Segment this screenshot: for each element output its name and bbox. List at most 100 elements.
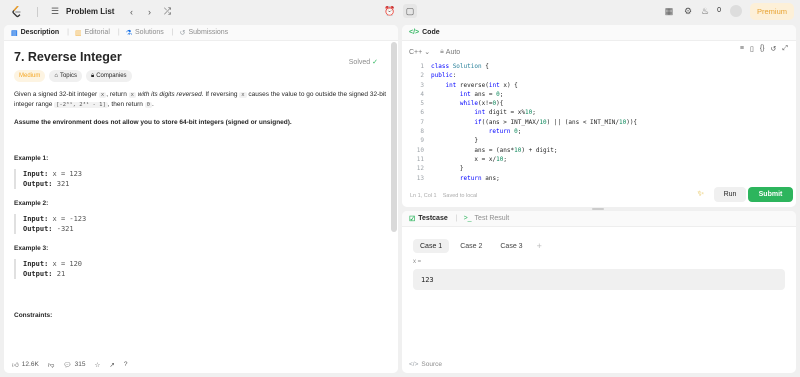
line-number: 4 — [420, 90, 424, 98]
submit-button[interactable]: Submit — [748, 187, 793, 202]
line-number: 2 — [420, 72, 424, 80]
editor-actions: ≡ ▯ {} ↺ ⤢ — [740, 45, 788, 53]
code-icon: </> — [409, 29, 420, 36]
like-button[interactable]: 👍︎ 12.6K — [12, 361, 39, 369]
description-footer: 👍︎ 12.6K 👎︎ 💬︎ 315 ☆ ↗ ? — [4, 356, 398, 373]
example-block: Input: x = -123 Output: -321 — [14, 214, 388, 234]
expand-icon[interactable]: ⤢ — [782, 45, 788, 53]
panel-resize-handle[interactable] — [592, 208, 604, 210]
braces-icon[interactable]: {} — [760, 45, 765, 53]
example-title: Example 3: — [14, 245, 49, 252]
line-number: 13 — [416, 174, 424, 182]
streak-count: 0 — [717, 7, 721, 14]
code-panel: </> Code C++ ⌄ 🔒︎ Auto ≡ ▯ {} ↺ ⤢ 1234567… — [402, 25, 796, 207]
code-line[interactable]: while(x!=0){ — [431, 99, 637, 108]
star-icon: ☆ — [94, 361, 101, 369]
code-line[interactable]: if((ans > INT_MAX/10) || (ans < INT_MIN/… — [431, 118, 637, 127]
example-title: Example 1: — [14, 155, 49, 162]
code-editor[interactable]: 1 2 3 4 5 6 7 8 9 10 11 12 13 class Solution {public… — [402, 62, 796, 182]
description-scrollbar[interactable] — [391, 42, 397, 232]
shuffle-icon[interactable]: ⤮ — [160, 5, 174, 19]
source-link[interactable]: </> Source — [409, 361, 442, 368]
code-line[interactable]: public: — [431, 71, 637, 80]
dislike-button[interactable]: 👎︎ — [48, 361, 55, 369]
share-icon: ↗ — [109, 361, 115, 369]
auto-mode[interactable]: Auto — [446, 49, 460, 56]
code-icon: </> — [409, 361, 419, 368]
timer-icon[interactable]: ⏰ — [383, 4, 397, 18]
comment-icon: 💬︎ — [63, 361, 72, 369]
case-tab-2[interactable]: Case 2 — [453, 239, 489, 253]
line-number: 7 — [420, 118, 424, 126]
line-number: 1 — [420, 63, 424, 70]
left-tab-bar: ▤ Description | ▥ Editorial | ⚗ Solutions | ↺ S… — [4, 25, 398, 41]
sparkle-icon[interactable]: ✨︎ — [697, 189, 704, 199]
constraints-title: Constraints: — [14, 312, 53, 319]
add-case-icon[interactable]: + — [534, 239, 542, 253]
variable-label: x = — [413, 259, 422, 265]
book-icon: ▥ — [74, 29, 82, 37]
code-line[interactable]: class Solution { — [431, 62, 637, 71]
history-icon: ↺ — [179, 29, 186, 37]
layout-icon[interactable]: ▦ — [662, 4, 676, 18]
flask-icon: ⚗ — [125, 29, 132, 37]
topics-badge[interactable]: ⌂ Topics — [49, 70, 82, 82]
difficulty-badge[interactable]: Medium — [14, 70, 46, 82]
line-number: 5 — [420, 100, 424, 108]
code-line[interactable]: int reverse(int x) { — [431, 81, 637, 90]
test-tab-bar: ☑ Testcase | >_ Test Result — [402, 211, 796, 227]
tab-submissions[interactable]: | ↺ Submissions — [172, 29, 228, 37]
language-select[interactable]: C++ ⌄ — [409, 48, 430, 56]
comments-button[interactable]: 💬︎ 315 — [63, 361, 85, 369]
reset-icon[interactable]: ↺ — [771, 45, 777, 53]
question-icon: ? — [123, 361, 128, 368]
code-line[interactable]: return ans; — [431, 174, 637, 183]
code-line[interactable]: } — [431, 164, 637, 173]
chevron-down-icon: ⌄ — [424, 49, 431, 56]
description-panel: ▤ Description | ▥ Editorial | ⚗ Solutions | ↺ S… — [4, 25, 398, 373]
problem-description: 7. Reverse Integer Medium ⌂ Topics 🔒︎ Comp… — [4, 41, 398, 328]
problem-list-link[interactable]: Problem List — [66, 7, 114, 16]
format-icon[interactable]: ≡ — [740, 45, 744, 53]
run-button[interactable]: Run — [714, 187, 746, 202]
editor-status: Ln 1, Col 1 Saved to local — [410, 193, 478, 199]
case-tab-3[interactable]: Case 3 — [493, 239, 529, 253]
chevron-right-icon[interactable]: › — [142, 5, 156, 19]
line-number: 10 — [416, 146, 424, 154]
checkbox-icon: ☑ — [409, 215, 416, 223]
premium-button[interactable]: Premium — [749, 3, 794, 20]
companies-badge[interactable]: 🔒︎ Companies — [85, 70, 132, 82]
code-line[interactable]: x = x/10; — [431, 155, 637, 164]
avatar[interactable] — [730, 5, 742, 17]
favorite-button[interactable]: ☆ — [95, 361, 101, 369]
testcase-input[interactable]: 123 — [413, 269, 785, 290]
bookmark-icon[interactable]: ▯ — [750, 45, 754, 53]
tab-description[interactable]: ▤ Description — [11, 29, 59, 37]
thumbs-up-icon: 👍︎ — [12, 361, 19, 369]
tab-code[interactable]: </> Code — [409, 29, 440, 36]
top-bar: ☰ Problem List ‹ › ⤮ ⏰ ▢ ▦ ⚙ ♨ 0 Premium — [0, 0, 800, 23]
tab-test-result[interactable]: | >_ Test Result — [456, 215, 509, 222]
line-number: 6 — [420, 109, 424, 117]
code-lines[interactable]: class Solution {public: int reverse(int … — [431, 62, 637, 183]
tab-editorial[interactable]: | ▥ Editorial — [67, 29, 110, 37]
code-line[interactable]: ans = (ans*10) + digit; — [431, 146, 637, 155]
list-icon[interactable]: ☰ — [48, 5, 62, 19]
tab-solutions[interactable]: | ⚗ Solutions — [118, 29, 164, 37]
code-line[interactable]: int ans = 0; — [431, 90, 637, 99]
editor-toolbar: C++ ⌄ 🔒︎ Auto — [402, 45, 796, 59]
example-block: Input: x = 120 Output: 21 — [14, 259, 388, 279]
code-line[interactable]: return 0; — [431, 127, 637, 136]
line-number: 11 — [416, 155, 424, 163]
chevron-left-icon[interactable]: ‹ — [124, 5, 138, 19]
code-line[interactable]: } — [431, 136, 637, 145]
lock-icon: 🔒︎ — [440, 48, 444, 55]
notes-icon[interactable]: ▢ — [403, 4, 417, 18]
tab-testcase[interactable]: ☑ Testcase — [409, 215, 448, 223]
help-button[interactable]: ? — [124, 361, 128, 368]
code-line[interactable]: int digit = x%10; — [431, 108, 637, 117]
settings-icon[interactable]: ⚙ — [681, 4, 695, 18]
share-button[interactable]: ↗ — [109, 361, 114, 369]
leetcode-logo[interactable] — [12, 5, 22, 18]
case-tab-1[interactable]: Case 1 — [413, 239, 450, 253]
